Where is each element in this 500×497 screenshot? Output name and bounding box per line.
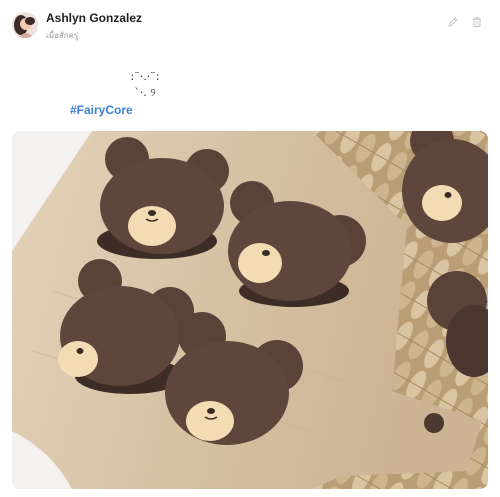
post-timestamp[interactable]: เมื่อสักครู่ [46,29,78,42]
edit-button[interactable] [446,15,460,29]
post-body-line-2: `·. ୨ [134,86,156,99]
hashtag-link[interactable]: #FairyCore [70,103,133,117]
trash-icon [473,17,481,27]
author-name[interactable]: Ashlyn Gonzalez [46,11,142,25]
avatar[interactable] [12,12,38,38]
post-photo[interactable] [12,131,488,489]
pencil-icon [448,17,458,27]
post-card: Ashlyn Gonzalez เมื่อสักครู่ :¨·.·¨: `·.… [0,0,500,497]
post-body-line-1: :¨·.·¨: [130,70,160,83]
delete-button[interactable] [470,15,484,29]
